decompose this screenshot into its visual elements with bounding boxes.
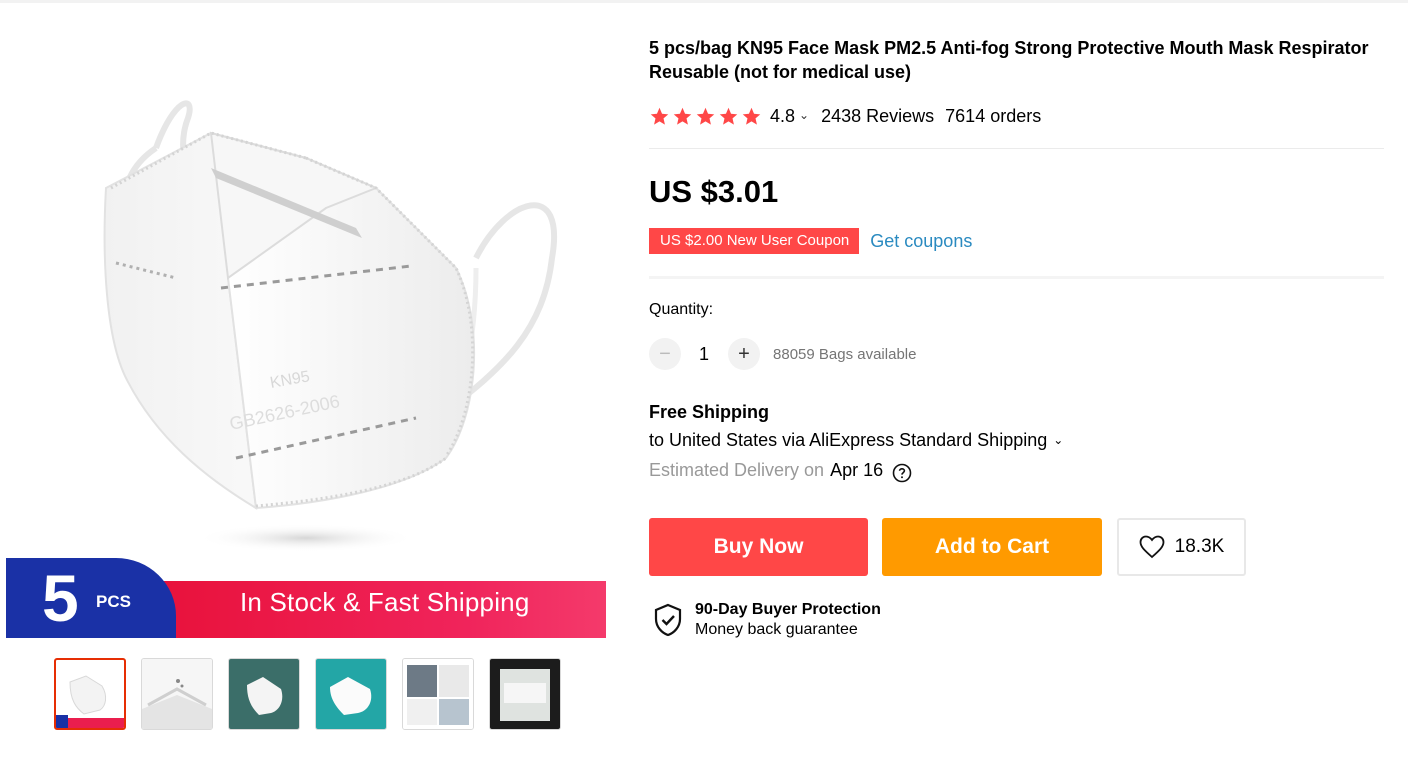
delivery-date: Apr 16 bbox=[830, 460, 884, 480]
shipping-title: Free Shipping bbox=[649, 402, 770, 422]
buyer-protection-subtitle: Money back guarantee bbox=[695, 621, 858, 638]
buy-now-button[interactable]: Buy Now bbox=[649, 518, 868, 576]
thumbnail-strip bbox=[54, 658, 574, 730]
banner-blue-badge bbox=[6, 558, 176, 638]
quantity-increase-button[interactable]: + bbox=[728, 338, 761, 370]
top-divider bbox=[0, 0, 1408, 3]
orders-count: 7614 orders bbox=[945, 105, 1042, 126]
chevron-down-icon[interactable]: ⌄ bbox=[1053, 433, 1063, 447]
banner-text: In Stock & Fast Shipping bbox=[240, 587, 530, 617]
buyer-protection-title: 90-Day Buyer Protection bbox=[695, 601, 881, 618]
shipping-destination-text[interactable]: to United States via AliExpress Standard… bbox=[649, 430, 1047, 450]
reviews-link[interactable]: 2438 Reviews bbox=[821, 106, 934, 127]
stock-available: 88059 Bags available bbox=[773, 345, 917, 363]
thumbnail-1[interactable] bbox=[54, 658, 126, 730]
shipping-destination[interactable]: to United States via AliExpress Standard… bbox=[649, 430, 1063, 451]
quantity-input[interactable]: 1 bbox=[699, 344, 709, 365]
star-icon bbox=[742, 107, 761, 125]
product-info: 5 pcs/bag KN95 Face Mask PM2.5 Anti-fog … bbox=[649, 36, 1385, 638]
delivery-estimate-label: Estimated Delivery on bbox=[649, 460, 825, 480]
divider bbox=[649, 148, 1384, 149]
delivery-estimate: Estimated Delivery on Apr 16 bbox=[649, 460, 912, 483]
product-gallery[interactable]: KN95 GB2626-2006 5 PCS In Stock & Fast S… bbox=[6, 38, 606, 638]
rating-row: 4.8 ⌄ 2438 Reviews 7614 orders bbox=[649, 103, 1041, 129]
quantity-decrease-button[interactable]: − bbox=[649, 338, 681, 370]
star-icon bbox=[650, 107, 669, 125]
thumbnail-3[interactable] bbox=[228, 658, 300, 730]
get-coupons-link[interactable]: Get coupons bbox=[870, 231, 972, 252]
star-icon bbox=[719, 107, 738, 125]
thumbnail-5[interactable] bbox=[402, 658, 474, 730]
banner-count: 5 bbox=[42, 561, 79, 635]
heart-icon bbox=[1139, 535, 1165, 559]
wishlist-button[interactable]: 18.3K bbox=[1117, 518, 1246, 576]
divider bbox=[649, 276, 1384, 279]
question-icon[interactable] bbox=[892, 463, 912, 483]
quantity-label: Quantity: bbox=[649, 301, 714, 318]
wishlist-count: 18.3K bbox=[1174, 536, 1225, 557]
shield-check-icon bbox=[654, 603, 682, 637]
product-price: US $3.01 bbox=[649, 174, 779, 209]
coupon-row: US $2.00 New User Coupon Get coupons bbox=[649, 228, 972, 254]
rating-value[interactable]: 4.8 bbox=[770, 106, 795, 127]
buyer-protection: 90-Day Buyer Protection Money back guara… bbox=[653, 600, 881, 640]
star-icon bbox=[673, 107, 692, 125]
add-to-cart-button[interactable]: Add to Cart bbox=[882, 518, 1102, 576]
coupon-tag[interactable]: US $2.00 New User Coupon bbox=[649, 228, 863, 254]
product-title: 5 pcs/bag KN95 Face Mask PM2.5 Anti-fog … bbox=[649, 38, 1369, 82]
banner-unit: PCS bbox=[96, 592, 131, 611]
rating-stars bbox=[649, 106, 762, 127]
promo-banner: 5 PCS In Stock & Fast Shipping bbox=[6, 558, 606, 638]
quantity-stepper: − 1 + 88059 Bags available bbox=[649, 338, 916, 370]
chevron-down-icon[interactable]: ⌄ bbox=[799, 108, 809, 122]
thumbnail-2[interactable] bbox=[141, 658, 213, 730]
thumbnail-6[interactable] bbox=[489, 658, 561, 730]
star-icon bbox=[696, 107, 715, 125]
thumbnail-4[interactable] bbox=[315, 658, 387, 730]
